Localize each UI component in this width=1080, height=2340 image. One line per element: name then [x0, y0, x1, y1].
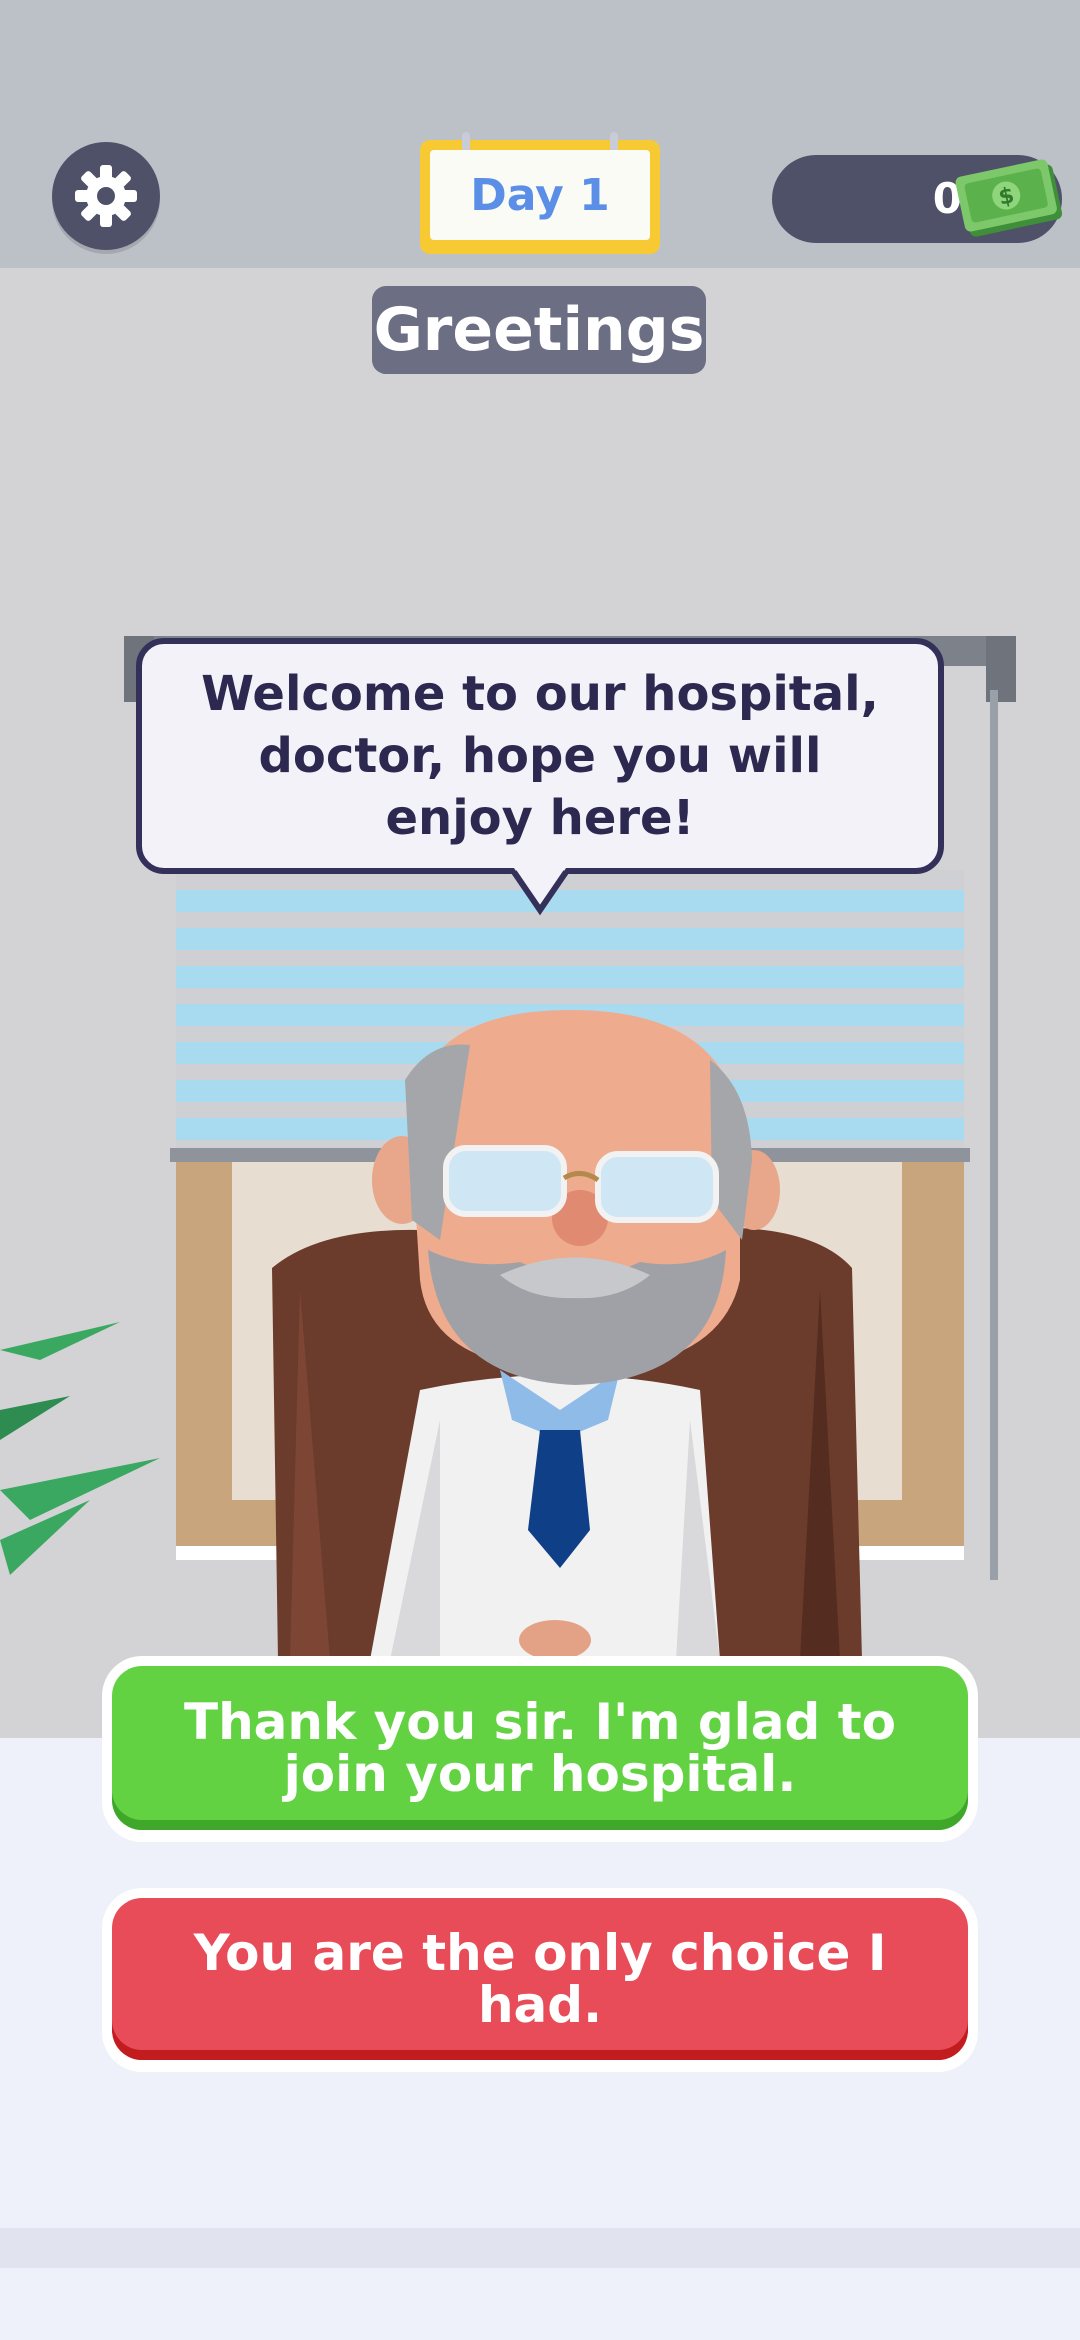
- accept-choice-label: Thank you sir. I'm glad to join your hos…: [112, 1666, 968, 1830]
- day-calendar: Day 1: [420, 132, 660, 254]
- gear-icon: [75, 165, 137, 227]
- money-counter: 0 $: [772, 155, 1063, 243]
- day-label: Day 1: [430, 150, 650, 240]
- reject-choice-label: You are the only choice I had.: [112, 1898, 968, 2060]
- settings-button[interactable]: [52, 142, 160, 250]
- speech-text: Welcome to our hospital, doctor, hope yo…: [201, 666, 879, 846]
- speech-bubble-tail: [511, 868, 569, 916]
- reject-choice-button[interactable]: You are the only choice I had.: [102, 1888, 978, 2072]
- speech-bubble: Welcome to our hospital, doctor, hope yo…: [136, 638, 944, 874]
- floor-strip: [0, 2228, 1080, 2268]
- accept-choice-button[interactable]: Thank you sir. I'm glad to join your hos…: [102, 1656, 978, 1842]
- cash-stack-icon: $: [955, 159, 1063, 237]
- plant: [0, 1322, 160, 1575]
- stage-title: Greetings: [372, 286, 706, 374]
